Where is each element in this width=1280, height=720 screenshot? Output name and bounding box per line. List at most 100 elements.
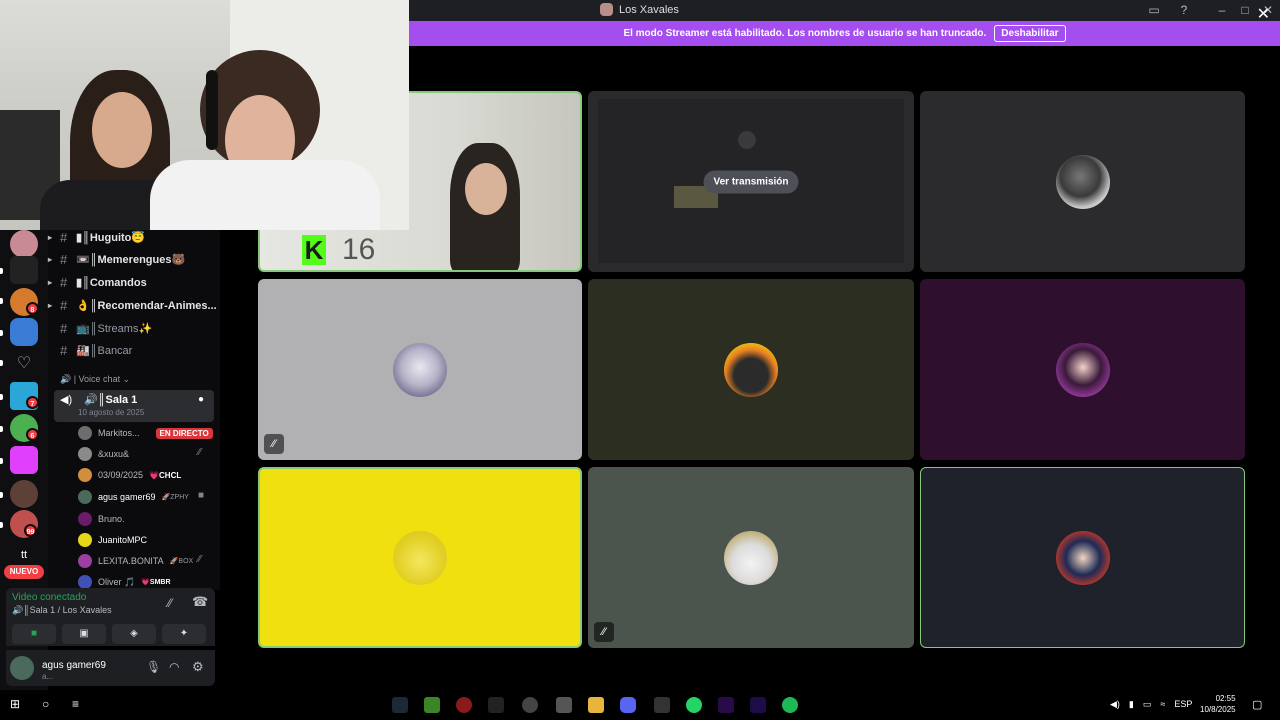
steam-icon[interactable] [392,697,408,713]
webcam-face [92,92,152,168]
voice-member[interactable]: JuanitoMPC [78,533,147,547]
noise-suppression-icon[interactable]: ⁄⁄ [168,596,172,610]
camera-button[interactable]: ■ [12,624,56,644]
battery-icon[interactable]: ▮ [1129,699,1134,710]
system-tray: ◀) ▮ ▭ ≈ ESP [1110,699,1192,710]
avatar [78,554,92,568]
mention-badge: 6 [26,428,39,441]
unread-indicator [0,492,3,498]
unread-indicator [0,458,3,464]
video-tile-user[interactable] [920,467,1245,648]
app-icon[interactable] [556,697,572,713]
video-tile-user[interactable] [588,279,914,460]
spotify-icon[interactable] [782,697,798,713]
channel-item[interactable]: ▸ # ▮║Huguito😇 [48,230,146,245]
channel-name: ▮║Huguito😇 [76,232,146,244]
minecraft-icon[interactable] [424,697,440,713]
connection-location[interactable]: 🔊║Sala 1 / Los Xavales [12,605,112,616]
discord-icon[interactable] [620,697,636,713]
channel-item[interactable]: ▸ # 📼║Memerengues🐻 [48,252,185,267]
streamer-mode-banner: El modo Streamer está habilitado. Los no… [409,21,1280,46]
avatar[interactable] [10,656,34,680]
voice-room-date: 10 agosto de 2025 [78,408,145,417]
maximize-button[interactable]: □ [1237,2,1253,18]
video-tile-user[interactable]: ⁄⁄ [588,467,914,648]
whatsapp-icon[interactable] [686,697,702,713]
video-tile-user[interactable] [258,467,582,648]
microphone-icon[interactable]: 🎙 [146,660,161,674]
screen-share-button[interactable]: ▣ [62,624,106,644]
headphones-icon[interactable]: ◠ [169,660,179,674]
start-menu-icon[interactable]: ⊞ [10,697,26,713]
channel-item[interactable]: # 📺║Streams✨ [60,321,152,336]
clock[interactable]: 02:55 10/8/2025 [1200,693,1236,715]
server-icon[interactable] [10,318,38,346]
search-icon[interactable]: ○ [42,697,58,713]
member-name: Markitos... [98,428,140,438]
watch-stream-button[interactable]: Ver transmisión [703,170,799,193]
taskbar: ⊞ ○ ≡ [0,690,1280,720]
inbox-icon[interactable]: ▭ [1146,2,1162,18]
video-tile-user[interactable] [920,91,1245,272]
server-icon[interactable] [10,480,38,508]
voice-member[interactable]: Markitos... EN DIRECTO [78,426,213,440]
after-effects-icon[interactable] [750,697,766,713]
voice-room-name: 🔊║Sala 1 [84,394,138,406]
voice-member[interactable]: 03/09/2025 💗CHCL [78,468,181,482]
activity-button[interactable]: ◈ [112,624,156,644]
avatar [724,342,778,397]
voice-member[interactable]: agus gamer69 🚀ZPHY [78,490,189,504]
unread-indicator [0,426,3,432]
connection-status[interactable]: Video conectado [12,592,86,603]
task-view-icon[interactable]: ≡ [72,697,88,713]
app-icon[interactable] [456,697,472,713]
voice-channel-sala-1[interactable]: ◀) 🔊║Sala 1 10 agosto de 2025 ● [54,390,214,422]
unread-indicator [0,360,3,366]
new-badge: NUEVO [4,565,44,579]
heart-server-icon[interactable]: ♡ [10,350,38,378]
settings-gear-icon[interactable]: ⚙ [192,659,204,675]
channel-item[interactable]: ▸ # 👌║Recomendar-Animes... [48,298,217,313]
volume-icon[interactable]: ◀) [1110,699,1120,710]
network-icon[interactable]: ▭ [1143,699,1152,710]
epic-games-icon[interactable] [488,697,504,713]
channel-name: 🏭║Bancar [76,345,133,357]
live-badge: EN DIRECTO [155,427,213,439]
avatar [78,575,92,589]
file-explorer-icon[interactable] [588,697,604,713]
voice-member[interactable]: LEXITA.BONITA 🚀BOX [78,554,193,568]
app-icon[interactable] [654,697,670,713]
banner-close-icon[interactable]: ✕ [1257,4,1270,24]
language-indicator[interactable]: ESP [1174,699,1192,710]
notifications-icon[interactable]: ▢ [1252,698,1262,711]
channel-item[interactable]: # 🏭║Bancar [60,343,132,358]
avatar [78,426,92,440]
chat-bubble-icon[interactable]: ● [198,394,204,405]
member-tag: 🚀ZPHY [161,494,189,501]
disconnect-icon[interactable]: ☎ [192,594,208,610]
muted-icon: ⁄⁄ [264,434,284,454]
window-title-text: Los Xavales [619,3,679,16]
avatar [1055,342,1110,397]
wifi-icon[interactable]: ≈ [1160,699,1165,710]
voice-member[interactable]: Bruno. [78,512,125,526]
help-icon[interactable]: ? [1176,2,1192,18]
video-tile-user[interactable] [920,279,1245,460]
server-icon[interactable] [10,256,38,284]
username[interactable]: agus gamer69 [42,660,106,671]
window-title: Los Xavales [600,3,679,16]
app-icon[interactable] [522,697,538,713]
video-tile-screenshare[interactable]: Ver transmisión [588,91,914,272]
server-icon[interactable] [10,446,38,474]
channel-item[interactable]: ▸ # ▮║Comandos [48,275,147,290]
minimize-button[interactable]: – [1214,2,1230,18]
server-icon[interactable] [10,230,38,258]
voice-member[interactable]: &xuxu& [78,447,129,461]
muted-icon: ⁄⁄ [594,622,614,642]
video-tile-user[interactable]: ⁄⁄ [258,279,582,460]
category-voice-chat[interactable]: 🔊 | Voice chat ⌄ [60,374,130,385]
premiere-icon[interactable] [718,697,734,713]
disable-streamer-button[interactable]: Deshabilitar [994,25,1066,42]
voice-member[interactable]: Oliver 🎵 💗SMBR [78,575,171,589]
soundboard-button[interactable]: ✦ [162,624,206,644]
